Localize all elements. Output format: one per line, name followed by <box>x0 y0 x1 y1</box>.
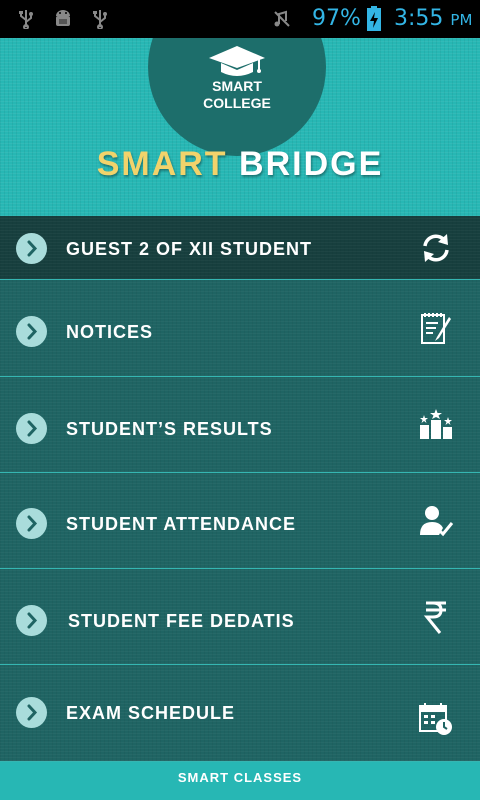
battery-charging-icon <box>367 6 381 31</box>
app-title-part2: BRIDGE <box>239 145 384 183</box>
graduation-cap-icon <box>209 46 265 76</box>
footer-bar[interactable]: SMART CLASSES <box>0 762 480 800</box>
app-title: SMART BRIDGE <box>0 145 480 184</box>
chevron-right-icon <box>16 413 47 444</box>
menu-item-label: EXAM SCHEDULE <box>66 703 236 723</box>
android-debug-icon <box>56 10 70 26</box>
menu-item-label: GUEST 2 OF XII STUDENT <box>66 239 313 259</box>
usb-icon <box>19 10 33 29</box>
podium-stars-icon <box>420 409 452 439</box>
calendar-clock-icon <box>419 703 452 735</box>
chevron-right-icon <box>16 605 47 636</box>
chevron-right-icon <box>16 316 47 347</box>
chevron-right-icon <box>16 233 47 264</box>
clock: 3:55 PM <box>394 6 472 33</box>
menu-item-label: STUDENT’S RESULTS <box>66 419 273 439</box>
battery-percent: 97% <box>312 6 361 31</box>
user-check-icon <box>420 506 454 537</box>
menu-item-attendance[interactable]: STUDENT ATTENDANCE <box>0 473 480 569</box>
logo-line1: SMART <box>212 78 262 94</box>
mute-icon <box>274 10 290 27</box>
notepad-pen-icon <box>421 313 451 344</box>
main-menu: GUEST 2 OF XII STUDENT NOTICES STUDENT’S… <box>0 216 480 762</box>
logo-text: SMART COLLEGE <box>176 78 298 112</box>
chevron-right-icon <box>16 697 47 728</box>
footer-label: SMART CLASSES <box>177 770 303 785</box>
rupee-icon <box>423 601 446 634</box>
menu-item-results[interactable]: STUDENT’S RESULTS <box>0 377 480 473</box>
app-title-part1: SMART <box>96 145 228 183</box>
refresh-icon[interactable] <box>418 230 454 266</box>
chevron-right-icon <box>16 508 47 539</box>
menu-item-label: NOTICES <box>66 322 154 342</box>
menu-item-guest[interactable]: GUEST 2 OF XII STUDENT <box>0 216 480 280</box>
menu-item-fee[interactable]: STUDENT FEE DEDATIS <box>0 569 480 665</box>
clock-time: 3:55 <box>394 6 444 31</box>
status-bar: 97% 3:55 PM <box>0 0 480 38</box>
menu-item-exam-schedule[interactable]: EXAM SCHEDULE <box>0 665 480 762</box>
menu-item-label: STUDENT FEE DEDATIS <box>68 611 295 631</box>
usb-icon <box>93 10 107 29</box>
menu-item-notices[interactable]: NOTICES <box>0 280 480 377</box>
menu-item-label: STUDENT ATTENDANCE <box>66 514 296 534</box>
logo-line2: COLLEGE <box>203 95 271 111</box>
clock-ampm: PM <box>450 11 473 29</box>
app-header: SMART COLLEGE SMART BRIDGE <box>0 38 480 216</box>
